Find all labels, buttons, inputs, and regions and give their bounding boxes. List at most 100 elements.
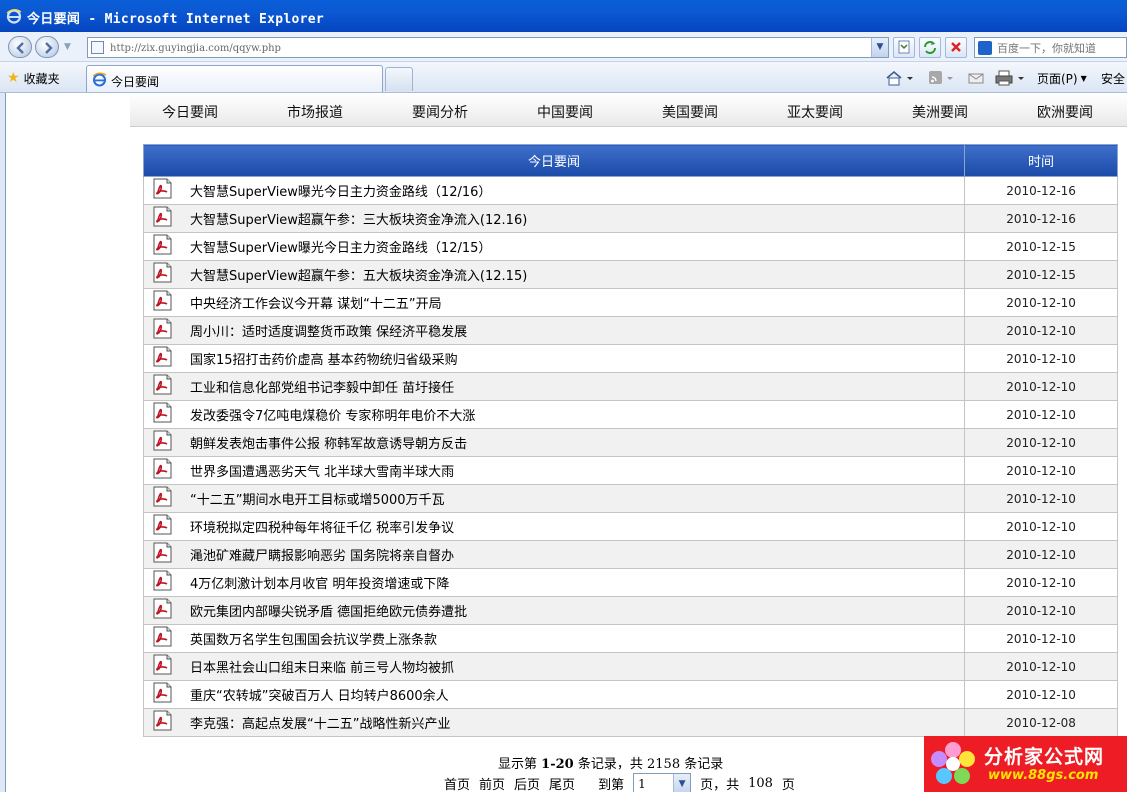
back-button[interactable] [8, 36, 32, 58]
pdf-icon [152, 290, 173, 311]
table-row: “十二五”期间水电开工目标或增5000万千瓦 2010-12-10 [142, 484, 1118, 513]
news-title-link[interactable]: 欧元集团内部曝尖锐矛盾 德国拒绝欧元债券遭批 [190, 605, 467, 620]
favorites-button[interactable]: ★ 收藏夹 [7, 68, 60, 88]
nav-item-europe[interactable]: 欧洲要闻 [1037, 102, 1093, 122]
summary-prefix: 显示第 [498, 757, 538, 772]
pdf-icon [152, 206, 173, 227]
news-title-link[interactable]: 中央经济工作会议今开幕 谋划“十二五”开局 [190, 297, 442, 312]
pdf-icon [152, 262, 173, 283]
news-title-link[interactable]: 大智慧SuperView超赢午参：三大板块资金净流入(12.16) [190, 213, 527, 228]
news-title-link[interactable]: 英国数万名学生包围国会抗议学费上涨条款 [190, 633, 437, 648]
nav-item-china[interactable]: 中国要闻 [537, 102, 593, 122]
news-title-link[interactable]: 发改委强令7亿吨电煤稳价 专家称明年电价不大涨 [190, 409, 475, 424]
news-title-cell: 李克强：高起点发展“十二五”战略性新兴产业 [142, 708, 966, 737]
feeds-icon [929, 71, 953, 84]
mail-icon [968, 73, 984, 84]
news-title-link[interactable]: “十二五”期间水电开工目标或增5000万千瓦 [190, 493, 445, 508]
watermark-brand: 分析家公式网 [984, 746, 1105, 768]
forward-button[interactable] [35, 36, 59, 58]
next-page-link[interactable]: 后页 [514, 774, 540, 792]
compatibility-view-button[interactable] [893, 37, 915, 58]
news-title-link[interactable]: 4万亿刺激计划本月收官 明年投资增速或下降 [190, 577, 449, 592]
news-date: 2010-12-15 [964, 232, 1118, 261]
news-title-link[interactable]: 日本黑社会山口组末日来临 前三号人物均被抓 [190, 661, 454, 676]
news-title-cell: 日本黑社会山口组末日来临 前三号人物均被抓 [142, 652, 966, 681]
goto-suffix: 页，共 [700, 778, 740, 792]
news-title-link[interactable]: 国家15招打击药价虚高 基本药物统归省级采购 [190, 353, 458, 368]
page-menu-chevron-icon: ▼ [1080, 73, 1087, 83]
nav-item-americas[interactable]: 美洲要闻 [912, 102, 968, 122]
feeds-button[interactable] [928, 69, 958, 87]
pdf-icon [152, 402, 173, 423]
printer-icon [995, 70, 1024, 86]
news-title-link[interactable]: 朝鲜发表炮击事件公报 称韩军故意诱导朝方反击 [190, 437, 467, 452]
baidu-paw-icon [978, 41, 992, 55]
page-menu-button[interactable]: 页面(P) ▼ [1037, 69, 1087, 87]
news-table: 今日要闻 时间 大智慧SuperView曝光今日主力资金路线（12/16） 201… [142, 144, 1118, 737]
news-title-cell: 发改委强令7亿吨电煤稳价 专家称明年电价不大涨 [142, 400, 966, 429]
new-tab-button[interactable] [385, 67, 413, 91]
news-title-link[interactable]: 环境税拟定四税种每年将征千亿 税率引发争议 [190, 521, 454, 536]
news-title-link[interactable]: 世界多国遭遇恶劣天气 北半球大雪南半球大雨 [190, 465, 454, 480]
pdf-icon [152, 682, 173, 703]
news-title-link[interactable]: 重庆“农转城”突破百万人 日均转户8600余人 [190, 689, 449, 704]
table-row: 渑池矿难藏尸瞒报影响恶劣 国务院将亲自督办 2010-12-10 [142, 540, 1118, 569]
search-input[interactable] [997, 40, 1125, 56]
address-input[interactable] [110, 40, 870, 56]
news-title-link[interactable]: 大智慧SuperView曝光今日主力资金路线（12/15） [190, 241, 491, 256]
read-mail-button[interactable] [967, 69, 985, 87]
ie-page-icon [92, 72, 107, 87]
news-title-cell: 环境税拟定四税种每年将征千亿 税率引发争议 [142, 512, 966, 541]
tab-active[interactable]: 今日要闻 [86, 65, 383, 92]
table-row: 大智慧SuperView超赢午参：五大板块资金净流入(12.15) 2010-12… [142, 260, 1118, 289]
home-icon [886, 70, 913, 86]
nav-item-analysis[interactable]: 要闻分析 [412, 102, 468, 122]
page-select-chevron-icon: ▼ [673, 773, 691, 792]
first-page-link[interactable]: 首页 [444, 774, 470, 792]
pdf-icon [152, 318, 173, 339]
nav-item-asia-pacific[interactable]: 亚太要闻 [787, 102, 843, 122]
news-title-cell: 重庆“农转城”突破百万人 日均转户8600余人 [142, 680, 966, 709]
nav-item-usa[interactable]: 美国要闻 [662, 102, 718, 122]
page-select[interactable]: 1 ▼ [633, 772, 692, 792]
summary-mid: 条记录，共 [577, 757, 643, 772]
goto-prefix: 到第 [598, 778, 625, 792]
last-page-link[interactable]: 尾页 [549, 774, 575, 792]
pdf-icon [152, 570, 173, 591]
news-title-link[interactable]: 李克强：高起点发展“十二五”战略性新兴产业 [190, 717, 450, 732]
news-date: 2010-12-10 [964, 680, 1118, 709]
pdf-icon [152, 598, 173, 619]
total-pages: 108 [748, 776, 773, 791]
pdf-icon [152, 486, 173, 507]
address-field[interactable]: ▼ [87, 37, 889, 58]
left-frame-border [0, 93, 6, 792]
tab-active-label: 今日要闻 [111, 75, 160, 89]
nav-item-today[interactable]: 今日要闻 [162, 102, 218, 122]
safety-menu-button[interactable]: 安全 [1101, 69, 1125, 87]
recent-pages-chevron-icon[interactable]: ▼ [64, 42, 74, 52]
news-date: 2010-12-08 [964, 708, 1118, 737]
news-title-cell: “十二五”期间水电开工目标或增5000万千瓦 [142, 484, 966, 513]
table-row: 朝鲜发表炮击事件公报 称韩军故意诱导朝方反击 2010-12-10 [142, 428, 1118, 457]
news-title-link[interactable]: 大智慧SuperView曝光今日主力资金路线（12/16） [190, 185, 491, 200]
address-toolbar: ▼ ▼ [0, 32, 1127, 62]
page-icon [91, 41, 104, 54]
favorites-star-icon: ★ [7, 70, 20, 86]
news-title-link[interactable]: 周小川：适时适度调整货币政策 保经济平稳发展 [190, 325, 467, 340]
news-title-cell: 周小川：适时适度调整货币政策 保经济平稳发展 [142, 316, 966, 345]
search-field[interactable] [974, 37, 1127, 58]
news-title-link[interactable]: 工业和信息化部党组书记李毅中卸任 苗圩接任 [190, 381, 454, 396]
table-row: 英国数万名学生包围国会抗议学费上涨条款 2010-12-10 [142, 624, 1118, 653]
news-title-link[interactable]: 大智慧SuperView超赢午参：五大板块资金净流入(12.15) [190, 269, 527, 284]
print-button[interactable] [995, 69, 1029, 87]
stop-button[interactable] [945, 37, 967, 58]
news-title-link[interactable]: 渑池矿难藏尸瞒报影响恶劣 国务院将亲自督办 [190, 549, 454, 564]
home-button[interactable] [884, 69, 914, 87]
nav-item-market[interactable]: 市场报道 [287, 102, 343, 122]
news-date: 2010-12-10 [964, 344, 1118, 373]
prev-page-link[interactable]: 前页 [479, 774, 505, 792]
refresh-button[interactable] [919, 37, 941, 58]
address-dropdown-button[interactable]: ▼ [871, 38, 888, 57]
news-date: 2010-12-16 [964, 204, 1118, 233]
table-header-row: 今日要闻 时间 [142, 144, 1118, 177]
